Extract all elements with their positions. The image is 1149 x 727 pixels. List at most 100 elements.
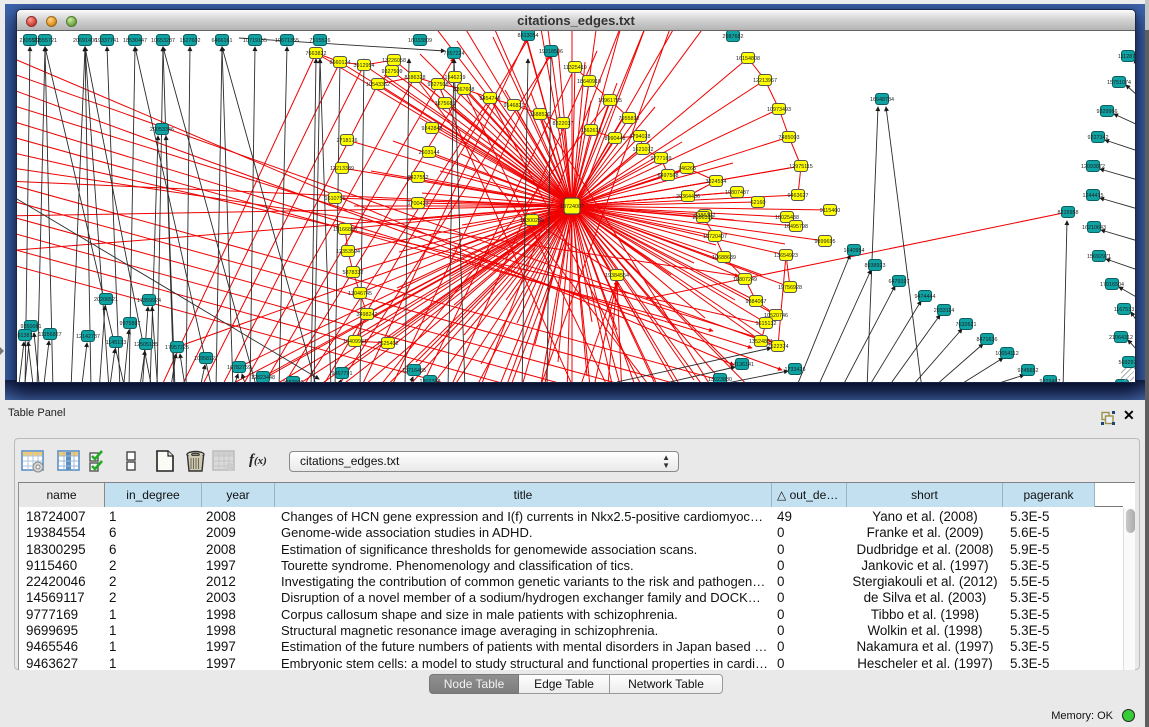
svg-text:9384067: 9384067 — [746, 299, 767, 305]
svg-text:12213967: 12213967 — [753, 78, 777, 84]
svg-text:9329467: 9329467 — [1040, 379, 1061, 382]
svg-text:8186328: 8186328 — [405, 75, 426, 81]
svg-text:7357224: 7357224 — [444, 51, 465, 57]
svg-text:16495798: 16495798 — [784, 224, 808, 230]
svg-text:9350061: 9350061 — [21, 324, 42, 330]
svg-text:10958127: 10958127 — [194, 356, 218, 362]
svg-text:8938923: 8938923 — [865, 263, 886, 269]
svg-text:18724007: 18724007 — [560, 204, 584, 210]
svg-text:8427552: 8427552 — [408, 175, 429, 181]
svg-text:11156827: 11156827 — [38, 332, 61, 338]
svg-text:15720407: 15720407 — [703, 234, 727, 240]
svg-text:10807487: 10807487 — [725, 190, 749, 196]
svg-text:7485003: 7485003 — [779, 135, 800, 141]
svg-text:18640910: 18640910 — [577, 79, 601, 85]
svg-text:2718176: 2718176 — [337, 138, 358, 144]
svg-text:746266: 746266 — [678, 166, 696, 172]
svg-text:18300295: 18300295 — [520, 218, 544, 224]
svg-text:7955812: 7955812 — [619, 116, 640, 122]
svg-text:17359924: 17359924 — [137, 298, 161, 304]
svg-text:13716485: 13716485 — [402, 368, 426, 374]
svg-text:8813054: 8813054 — [518, 33, 539, 39]
svg-text:1610755: 1610755 — [325, 196, 346, 202]
svg-text:1546219: 1546219 — [445, 75, 466, 81]
svg-text:16409941: 16409941 — [343, 339, 367, 345]
svg-text:1615132: 1615132 — [756, 321, 777, 327]
svg-text:1302388: 1302388 — [420, 379, 441, 382]
svg-text:9242848: 9242848 — [422, 126, 443, 132]
svg-text:6497568: 6497568 — [658, 173, 679, 179]
svg-text:3498242: 3498242 — [357, 312, 378, 318]
svg-text:20364436: 20364436 — [676, 194, 700, 200]
svg-text:1112873: 1112873 — [1118, 54, 1135, 60]
svg-text:6794028: 6794028 — [630, 134, 651, 140]
svg-text:12093872: 12093872 — [1081, 164, 1105, 170]
svg-text:6479197: 6479197 — [889, 279, 910, 285]
svg-text:16961755: 16961755 — [598, 98, 622, 104]
svg-text:7515526: 7515526 — [310, 38, 331, 44]
svg-text:13654923: 13654923 — [774, 253, 798, 259]
svg-text:8454749: 8454749 — [480, 96, 501, 102]
svg-text:9227342: 9227342 — [1088, 135, 1109, 141]
svg-text:7663822: 7663822 — [306, 51, 327, 57]
svg-text:10520746: 10520746 — [764, 313, 788, 319]
svg-text:19218506: 19218506 — [539, 49, 563, 55]
svg-text:9899695: 9899695 — [815, 239, 836, 245]
svg-text:1167533: 1167533 — [1114, 307, 1135, 313]
svg-text:1527602: 1527602 — [180, 38, 201, 44]
svg-text:21064312: 21064312 — [1109, 335, 1133, 341]
svg-text:10688639: 10688639 — [712, 255, 736, 261]
svg-text:8660124: 8660124 — [330, 60, 351, 66]
svg-text:13023880: 13023880 — [708, 377, 732, 382]
svg-text:1588520: 1588520 — [530, 112, 551, 118]
svg-text:8322037: 8322037 — [553, 121, 574, 127]
svg-text:2386322: 2386322 — [693, 215, 714, 221]
svg-text:20691406: 20691406 — [73, 38, 97, 44]
svg-text:1700423: 1700423 — [408, 201, 429, 207]
svg-text:17957225: 17957225 — [165, 345, 189, 351]
svg-text:12823448: 12823448 — [251, 375, 275, 381]
svg-text:10973493: 10973493 — [767, 107, 791, 113]
svg-text:16154808: 16154808 — [736, 56, 760, 62]
svg-text:6466161: 6466161 — [212, 38, 233, 44]
svg-text:1244415: 1244415 — [1083, 193, 1104, 199]
svg-text:10719155: 10719155 — [243, 38, 267, 44]
svg-text:16648784: 16648784 — [870, 97, 894, 103]
svg-text:17016504: 17016504 — [1100, 282, 1124, 288]
svg-text:1145133: 1145133 — [106, 340, 127, 346]
svg-text:62160: 62160 — [751, 200, 766, 206]
svg-text:19337741: 19337741 — [95, 38, 119, 44]
svg-text:2367608: 2367608 — [454, 87, 475, 93]
svg-text:12213389: 12213389 — [330, 166, 354, 172]
svg-text:8990448: 8990448 — [605, 136, 626, 142]
svg-text:2522374: 2522374 — [768, 344, 789, 350]
svg-text:9329966: 9329966 — [1097, 109, 1118, 115]
svg-text:9975887: 9975887 — [120, 321, 141, 327]
svg-text:2933114: 2933114 — [934, 308, 955, 314]
svg-text:8215958: 8215958 — [1058, 210, 1079, 216]
svg-text:19756928: 19756928 — [778, 285, 802, 291]
svg-text:15751074: 15751074 — [1107, 80, 1131, 86]
svg-text:3824554: 3824554 — [706, 179, 727, 185]
svg-text:20206521: 20206521 — [94, 297, 118, 303]
svg-text:14136141: 14136141 — [730, 362, 754, 368]
svg-text:10025438: 10025438 — [775, 215, 799, 221]
svg-text:9463627: 9463627 — [788, 193, 809, 199]
svg-text:12505135: 12505135 — [134, 342, 158, 348]
svg-text:9327509: 9327509 — [382, 69, 403, 75]
svg-text:5878332: 5878332 — [343, 270, 364, 276]
svg-text:1640954: 1640954 — [844, 248, 865, 254]
svg-text:18530447: 18530447 — [123, 38, 147, 44]
svg-text:9245652: 9245652 — [1018, 368, 1039, 374]
svg-text:16782759: 16782759 — [227, 365, 251, 371]
svg-text:9327508: 9327508 — [428, 82, 449, 88]
svg-text:13226058: 13226058 — [382, 58, 406, 64]
svg-text:1621072: 1621072 — [633, 147, 654, 153]
svg-text:5692971: 5692971 — [1119, 360, 1136, 366]
svg-text:10543362: 10543362 — [366, 82, 390, 88]
svg-text:11325419: 11325419 — [563, 65, 587, 71]
svg-text:18807249: 18807249 — [733, 277, 757, 283]
svg-text:12353594: 12353594 — [336, 249, 360, 255]
svg-text:12142737: 12142737 — [76, 334, 100, 340]
svg-text:1362615: 1362615 — [581, 128, 602, 134]
